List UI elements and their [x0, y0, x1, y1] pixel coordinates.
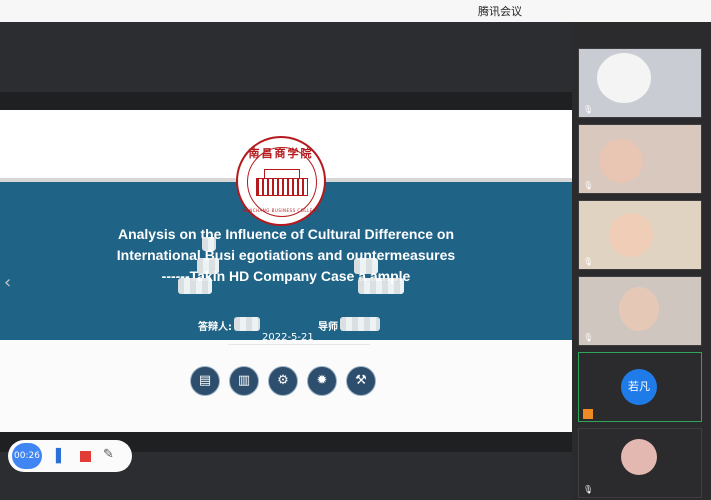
- slide-title-line-1: Analysis on the Influence of Cultural Di…: [117, 226, 455, 242]
- video-feed: [599, 139, 643, 183]
- participant-avatar: [621, 439, 657, 475]
- mic-icon: 🎙: [583, 181, 594, 190]
- mic-icon: 🎙: [583, 333, 594, 342]
- video-feed: [619, 287, 659, 331]
- mic-icon: 🎙: [583, 257, 594, 266]
- annotation-toolbar: 00:26 ▌ ✎: [8, 440, 132, 472]
- college-logo: 南昌商学院 NANCHANG BUSINESS COLLEGE: [236, 136, 326, 226]
- presenter-row: 答辩人: 导师 2022-5-21: [0, 317, 572, 345]
- video-feed: [609, 213, 653, 257]
- pencil-icon[interactable]: ✎: [103, 447, 114, 462]
- logo-text: 南昌商学院: [248, 147, 314, 160]
- tile-footer: 🎙: [579, 103, 701, 117]
- redaction-mask: [178, 278, 212, 294]
- shared-screen: Analysis on the Influence of Cultural Di…: [0, 22, 572, 500]
- video-feed: [597, 53, 651, 103]
- gears-icon[interactable]: ⚙: [268, 366, 298, 396]
- redaction-mask: [354, 258, 378, 274]
- top-strip: [0, 22, 572, 92]
- tile-footer: 🎙: [579, 255, 701, 269]
- app-title: 腾讯会议: [478, 5, 522, 18]
- window-titlebar: 腾讯会议: [0, 0, 711, 22]
- participant-tile[interactable]: 🎙: [578, 124, 702, 194]
- participant-tile[interactable]: 🎙: [578, 276, 702, 346]
- mic-icon: 🎙: [583, 485, 594, 494]
- logo-roof: [264, 169, 300, 178]
- logo-building: [256, 178, 308, 196]
- tile-footer: 🎙: [579, 331, 701, 345]
- presentation-slide: Analysis on the Influence of Cultural Di…: [0, 110, 572, 432]
- pen-icon[interactable]: ▌: [56, 449, 66, 464]
- redaction-mask: [340, 317, 380, 331]
- tile-footer: 🎙: [579, 483, 701, 497]
- participant-tile[interactable]: 🎙: [578, 428, 702, 498]
- participant-avatar: 若凡: [621, 369, 657, 405]
- date-underline: [228, 344, 370, 345]
- slide-title-line-3: ------Takin HD Company Case a ample: [161, 268, 411, 284]
- lightbulb-icon[interactable]: ✹: [307, 366, 337, 396]
- tile-footer: [579, 407, 701, 421]
- presenter-label: 答辩人:: [198, 322, 232, 333]
- mic-icon: 🎙: [583, 105, 594, 114]
- participant-tile[interactable]: 🎙: [578, 200, 702, 270]
- slide-title-line-2: International Busi egotiations and ounte…: [116, 247, 456, 263]
- user-icon: [583, 409, 593, 419]
- document-icon[interactable]: ▤: [190, 366, 220, 396]
- logo-caption: NANCHANG BUSINESS COLLEGE: [242, 208, 320, 213]
- stop-icon[interactable]: [80, 451, 91, 462]
- building-icon[interactable]: ▥: [229, 366, 259, 396]
- redaction-mask: [234, 317, 260, 331]
- participant-tile[interactable]: 🎙: [578, 48, 702, 118]
- redaction-mask: [358, 278, 404, 294]
- participant-sidebar: 🎙 🎙 🎙 🎙 若凡 🎙: [572, 22, 711, 500]
- gavel-icon[interactable]: ⚒: [346, 366, 376, 396]
- prev-slide-arrow[interactable]: ‹: [4, 272, 11, 293]
- advisor-label: 导师: [318, 322, 338, 333]
- participant-tile-active[interactable]: 若凡: [578, 352, 702, 422]
- recording-timer: 00:26: [12, 443, 42, 469]
- presentation-date: 2022-5-21: [262, 332, 314, 343]
- redaction-mask: [197, 258, 219, 274]
- tile-footer: 🎙: [579, 179, 701, 193]
- redaction-mask: [202, 237, 216, 251]
